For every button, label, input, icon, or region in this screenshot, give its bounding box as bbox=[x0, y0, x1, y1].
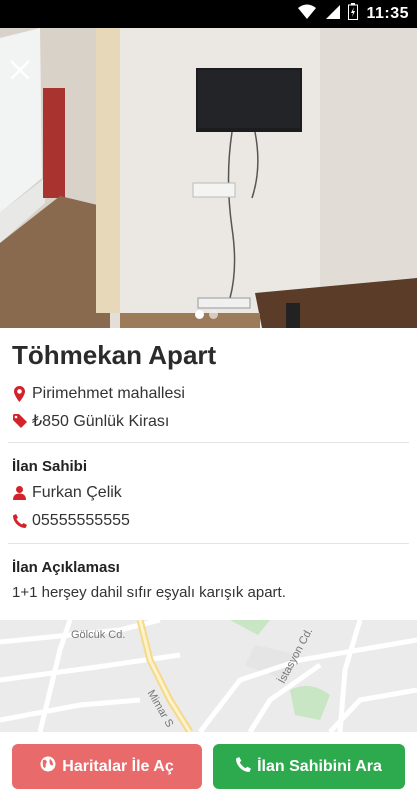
call-owner-button[interactable]: İlan Sahibini Ara bbox=[213, 744, 405, 789]
globe-icon bbox=[40, 756, 56, 777]
pager-dot[interactable] bbox=[209, 310, 218, 319]
wifi-icon bbox=[298, 4, 317, 25]
divider bbox=[8, 442, 409, 443]
clock-time: 11:35 bbox=[366, 5, 409, 22]
map-street-label: Gölcük Cd. bbox=[71, 629, 126, 641]
map-marker-icon bbox=[12, 386, 27, 402]
phone-icon bbox=[12, 513, 27, 529]
open-in-maps-button[interactable]: Haritalar İle Aç bbox=[12, 744, 202, 789]
owner-heading: İlan Sahibi bbox=[12, 458, 88, 475]
location-map[interactable]: Gölcük Cd. İstasyon Cd. Mimar S bbox=[0, 620, 417, 732]
gallery-pager[interactable] bbox=[195, 310, 218, 319]
pager-dot[interactable] bbox=[195, 310, 204, 319]
owner-phone[interactable]: 05555555555 bbox=[32, 512, 130, 530]
call-owner-label: İlan Sahibini Ara bbox=[257, 757, 382, 775]
owner-name-row: Furkan Çelik bbox=[12, 484, 122, 502]
user-icon bbox=[12, 485, 27, 501]
description-text: 1+1 herşey dahil sıfır eşyalı karışık ap… bbox=[12, 584, 286, 601]
open-in-maps-label: Haritalar İle Aç bbox=[62, 757, 174, 775]
battery-icon bbox=[348, 3, 359, 25]
tag-icon bbox=[12, 413, 27, 429]
price-text: ₺850 Günlük Kirası bbox=[32, 413, 170, 430]
description-heading: İlan Açıklaması bbox=[12, 559, 120, 576]
listing-photo[interactable] bbox=[0, 28, 417, 328]
status-bar: 11:35 bbox=[0, 0, 417, 28]
owner-name: Furkan Çelik bbox=[32, 484, 122, 501]
signal-icon bbox=[324, 4, 341, 25]
divider bbox=[8, 543, 409, 544]
close-icon[interactable] bbox=[8, 58, 32, 82]
price-row: ₺850 Günlük Kirası bbox=[12, 411, 169, 431]
owner-phone-row[interactable]: 05555555555 bbox=[12, 512, 130, 530]
listing-title: Töhmekan Apart bbox=[12, 340, 217, 370]
phone-icon bbox=[236, 756, 252, 777]
location-text: Pirimehmet mahallesi bbox=[32, 385, 185, 402]
location-row: Pirimehmet mahallesi bbox=[12, 385, 185, 403]
action-bar: Haritalar İle Aç İlan Sahibini Ara bbox=[0, 732, 417, 800]
